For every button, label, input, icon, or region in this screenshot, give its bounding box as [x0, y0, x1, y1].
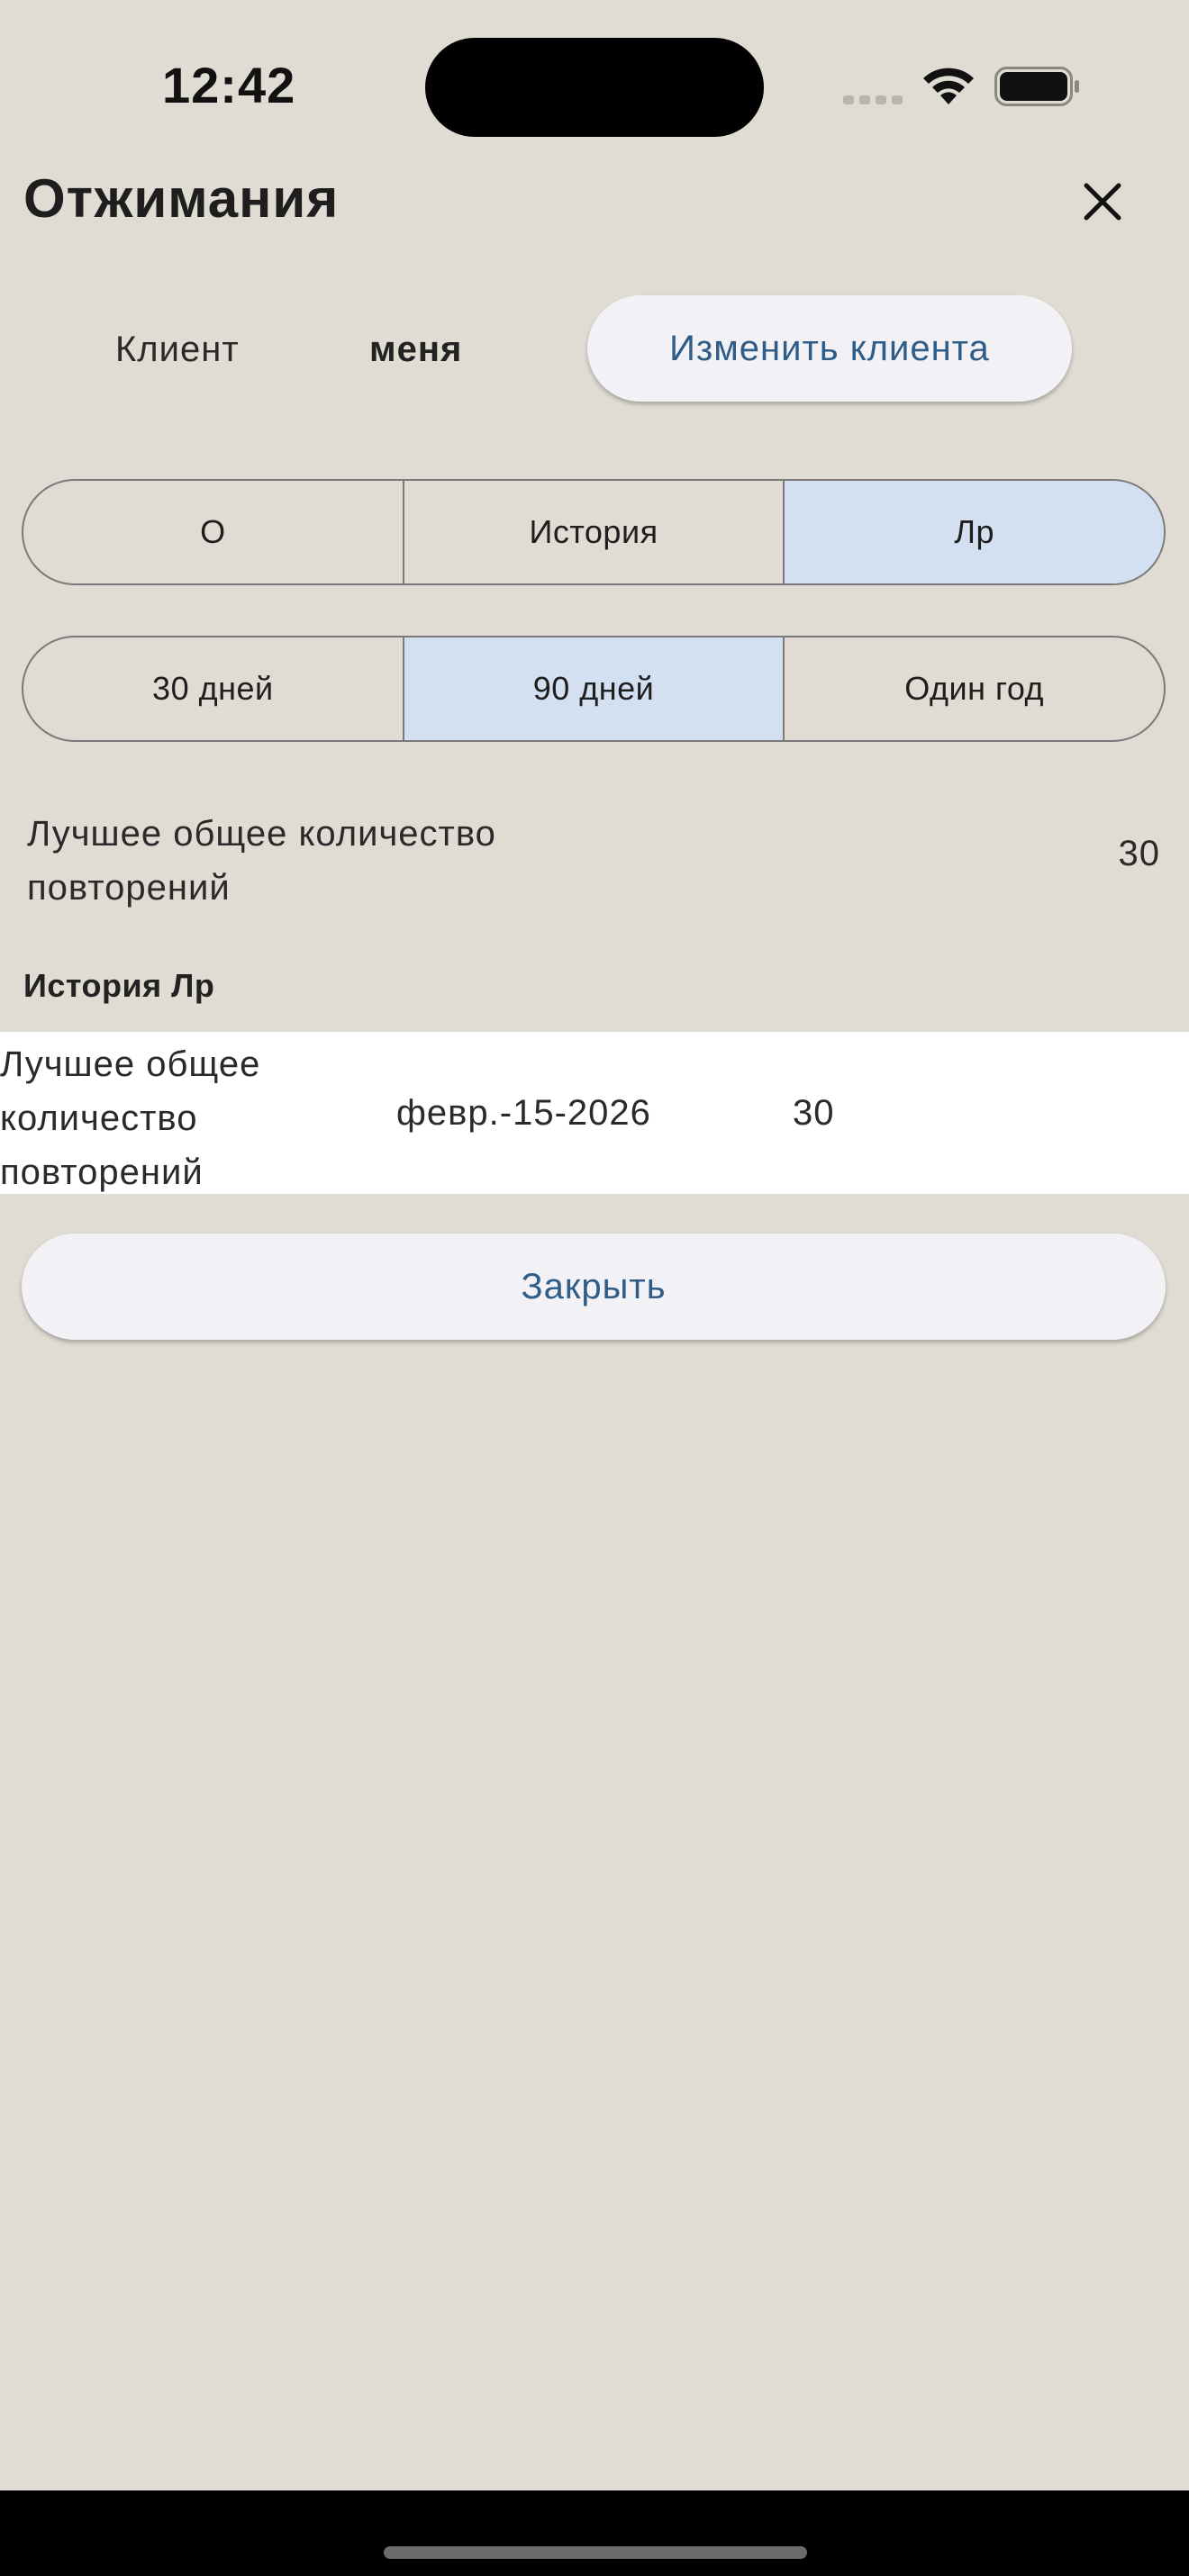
tab-overview[interactable]: О [23, 481, 404, 583]
best-total-reps-value: 30 [1118, 834, 1160, 873]
dynamic-island [425, 38, 764, 137]
period-segmented-control: 30 дней 90 дней Один год [22, 636, 1166, 742]
battery-icon [994, 67, 1079, 106]
period-one-year[interactable]: Один год [785, 637, 1164, 740]
home-indicator[interactable] [384, 2546, 807, 2559]
history-heading: История Лр [23, 967, 215, 1004]
close-x-glyph [1084, 183, 1121, 221]
close-icon[interactable] [1072, 171, 1133, 232]
close-button[interactable]: Закрыть [22, 1234, 1166, 1340]
row-date: февр.-15-2026 [396, 1093, 651, 1133]
page-title: Отжимания [23, 168, 340, 229]
bottom-bar [0, 2490, 1189, 2576]
best-total-reps-label: Лучшее общее количество повторений [27, 814, 496, 908]
period-90-days[interactable]: 90 дней [404, 637, 785, 740]
cellular-signal-icon [843, 95, 903, 104]
tab-pr[interactable]: Лр [785, 481, 1164, 583]
view-segmented-control: О История Лр [22, 479, 1166, 585]
tab-history[interactable]: История [404, 481, 785, 583]
change-client-button[interactable]: Изменить клиента [587, 295, 1072, 402]
screen: 12:42 Отжимания Клиент меня Изменить кли… [0, 0, 1189, 2576]
period-30-days[interactable]: 30 дней [23, 637, 404, 740]
row-metric: Лучшее общее количество повторений [0, 1044, 261, 1192]
table-row: Лучшее общее количество повторений февр.… [0, 1032, 1189, 1194]
row-count: 30 [793, 1093, 835, 1133]
client-value: меня [369, 330, 463, 369]
status-time: 12:42 [162, 57, 296, 113]
client-label: Клиент [115, 330, 240, 369]
wifi-icon [923, 68, 974, 104]
